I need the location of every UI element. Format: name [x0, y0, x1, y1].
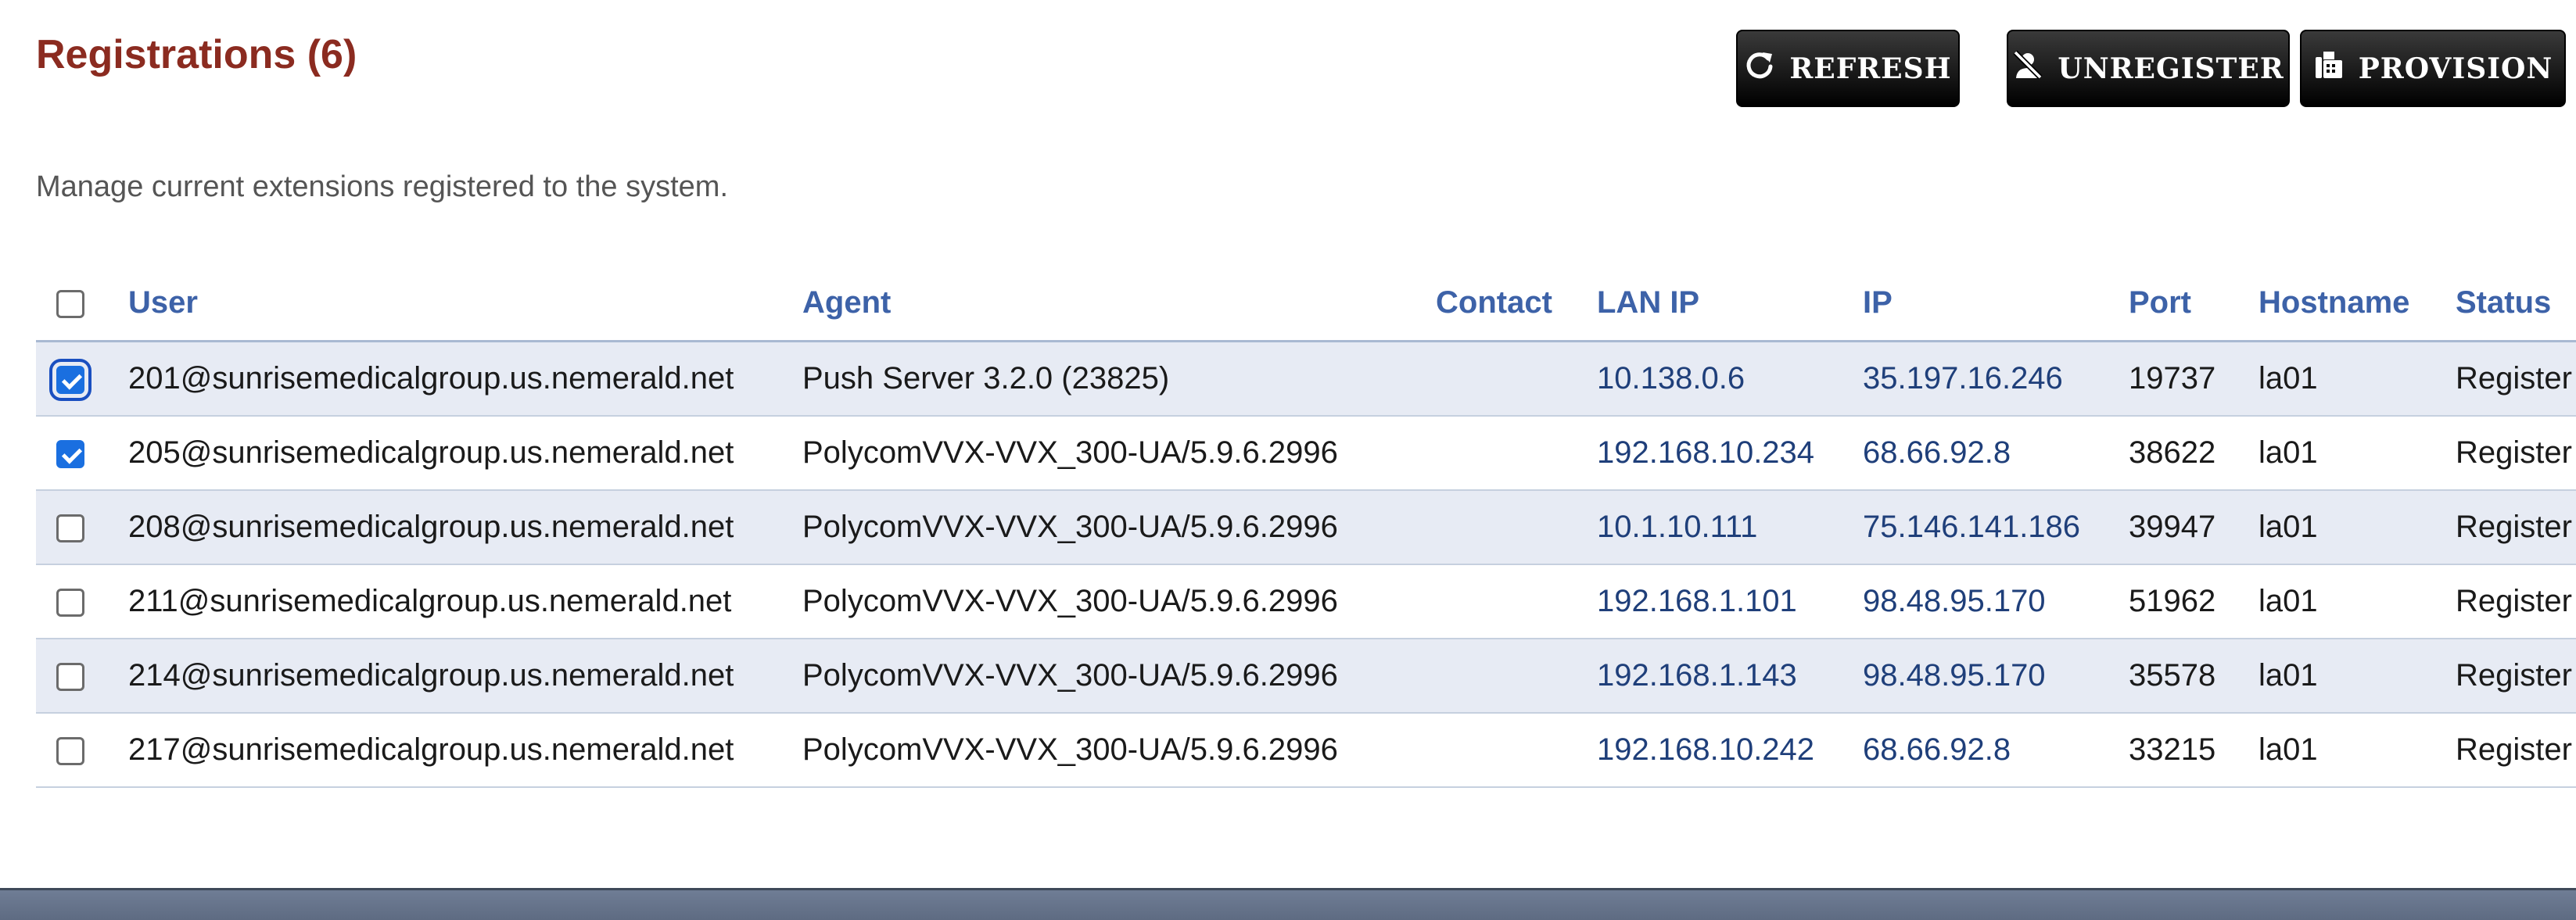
cell-agent: PolycomVVX-VVX_300-UA/5.9.6.2996 — [802, 639, 1436, 714]
cell-ip[interactable]: 35.197.16.246 — [1863, 341, 2129, 417]
column-header-status[interactable]: Status — [2456, 266, 2576, 342]
cell-port: 51962 — [2129, 564, 2258, 639]
cell-hostname: la01 — [2258, 341, 2456, 417]
cell-status: Register — [2456, 416, 2576, 491]
cell-user: 208@sunrisemedicalgroup.us.nemerald.net — [128, 490, 802, 565]
provision-button[interactable]: PROVISION — [2300, 30, 2566, 107]
column-header-lan-ip[interactable]: LAN IP — [1597, 266, 1863, 342]
row-select-cell — [36, 713, 128, 788]
cell-lan-ip[interactable]: 192.168.10.242 — [1597, 713, 1863, 788]
cell-port: 19737 — [2129, 341, 2258, 417]
cell-contact — [1436, 639, 1597, 714]
cell-user: 217@sunrisemedicalgroup.us.nemerald.net — [128, 713, 802, 788]
cell-ip[interactable]: 98.48.95.170 — [1863, 639, 2129, 714]
row-checkbox[interactable] — [56, 737, 84, 766]
page-description: Manage current extensions registered to … — [36, 170, 729, 203]
cell-lan-ip[interactable]: 10.138.0.6 — [1597, 341, 1863, 417]
cell-ip[interactable]: 68.66.92.8 — [1863, 713, 2129, 788]
cell-port: 38622 — [2129, 416, 2258, 491]
cell-port: 39947 — [2129, 490, 2258, 565]
cell-contact — [1436, 564, 1597, 639]
column-header-ip[interactable]: IP — [1863, 266, 2129, 342]
unregister-button[interactable]: UNREGISTER — [2007, 30, 2290, 107]
row-select-cell — [36, 341, 128, 417]
registrations-table-body: 201@sunrisemedicalgroup.us.nemerald.net … — [36, 341, 2576, 788]
cell-user: 201@sunrisemedicalgroup.us.nemerald.net — [128, 341, 802, 417]
user-slash-icon — [2012, 49, 2043, 88]
select-all-checkbox[interactable] — [56, 290, 84, 319]
column-header-agent[interactable]: Agent — [802, 266, 1436, 342]
provision-button-label: PROVISION — [2358, 52, 2553, 85]
cell-user: 214@sunrisemedicalgroup.us.nemerald.net — [128, 639, 802, 714]
cell-user: 211@sunrisemedicalgroup.us.nemerald.net — [128, 564, 802, 639]
refresh-icon — [1744, 49, 1775, 88]
refresh-button[interactable]: REFRESH — [1736, 30, 1960, 107]
row-select-cell — [36, 639, 128, 714]
row-select-cell — [36, 490, 128, 565]
cell-hostname: la01 — [2258, 713, 2456, 788]
row-checkbox[interactable] — [56, 663, 84, 692]
cell-hostname: la01 — [2258, 416, 2456, 491]
table-row[interactable]: 217@sunrisemedicalgroup.us.nemerald.net … — [36, 713, 2576, 788]
cell-hostname: la01 — [2258, 564, 2456, 639]
cell-lan-ip[interactable]: 10.1.10.111 — [1597, 490, 1863, 565]
column-header-contact[interactable]: Contact — [1436, 266, 1597, 342]
column-header-user[interactable]: User — [128, 266, 802, 342]
cell-agent: PolycomVVX-VVX_300-UA/5.9.6.2996 — [802, 713, 1436, 788]
cell-port: 33215 — [2129, 713, 2258, 788]
cell-status: Register — [2456, 639, 2576, 714]
cell-port: 35578 — [2129, 639, 2258, 714]
cell-ip[interactable]: 75.146.141.186 — [1863, 490, 2129, 565]
cell-ip[interactable]: 68.66.92.8 — [1863, 416, 2129, 491]
table-row[interactable]: 201@sunrisemedicalgroup.us.nemerald.net … — [36, 341, 2576, 417]
cell-agent: PolycomVVX-VVX_300-UA/5.9.6.2996 — [802, 490, 1436, 565]
row-select-cell — [36, 416, 128, 491]
cell-user: 205@sunrisemedicalgroup.us.nemerald.net — [128, 416, 802, 491]
cell-agent: PolycomVVX-VVX_300-UA/5.9.6.2996 — [802, 564, 1436, 639]
cell-lan-ip[interactable]: 192.168.1.143 — [1597, 639, 1863, 714]
table-row[interactable]: 208@sunrisemedicalgroup.us.nemerald.net … — [36, 490, 2576, 565]
cell-status: Register — [2456, 490, 2576, 565]
cell-hostname: la01 — [2258, 639, 2456, 714]
cell-contact — [1436, 713, 1597, 788]
table-row[interactable]: 205@sunrisemedicalgroup.us.nemerald.net … — [36, 416, 2576, 491]
row-checkbox[interactable] — [49, 359, 91, 402]
fax-icon — [2313, 49, 2345, 88]
cell-lan-ip[interactable]: 192.168.10.234 — [1597, 416, 1863, 491]
table-header-row: User Agent Contact LAN IP IP Port Hostna… — [36, 266, 2576, 342]
column-header-port[interactable]: Port — [2129, 266, 2258, 342]
cell-status: Register — [2456, 713, 2576, 788]
cell-lan-ip[interactable]: 192.168.1.101 — [1597, 564, 1863, 639]
cell-contact — [1436, 341, 1597, 417]
cell-contact — [1436, 416, 1597, 491]
select-all-cell — [36, 266, 128, 342]
row-checkbox[interactable] — [56, 440, 84, 469]
unregister-button-label: UNREGISTER — [2058, 52, 2284, 85]
row-select-cell — [36, 564, 128, 639]
registrations-table: User Agent Contact LAN IP IP Port Hostna… — [36, 266, 2576, 788]
row-checkbox[interactable] — [56, 589, 84, 618]
footer-bar — [0, 888, 2576, 920]
cell-agent: Push Server 3.2.0 (23825) — [802, 341, 1436, 417]
refresh-button-label: REFRESH — [1789, 52, 1952, 85]
table-row[interactable]: 211@sunrisemedicalgroup.us.nemerald.net … — [36, 564, 2576, 639]
page-title: Registrations (6) — [36, 32, 357, 77]
column-header-hostname[interactable]: Hostname — [2258, 266, 2456, 342]
cell-agent: PolycomVVX-VVX_300-UA/5.9.6.2996 — [802, 416, 1436, 491]
row-checkbox[interactable] — [56, 514, 84, 543]
cell-contact — [1436, 490, 1597, 565]
cell-status: Register — [2456, 564, 2576, 639]
table-row[interactable]: 214@sunrisemedicalgroup.us.nemerald.net … — [36, 639, 2576, 714]
cell-ip[interactable]: 98.48.95.170 — [1863, 564, 2129, 639]
cell-hostname: la01 — [2258, 490, 2456, 565]
cell-status: Register — [2456, 341, 2576, 417]
